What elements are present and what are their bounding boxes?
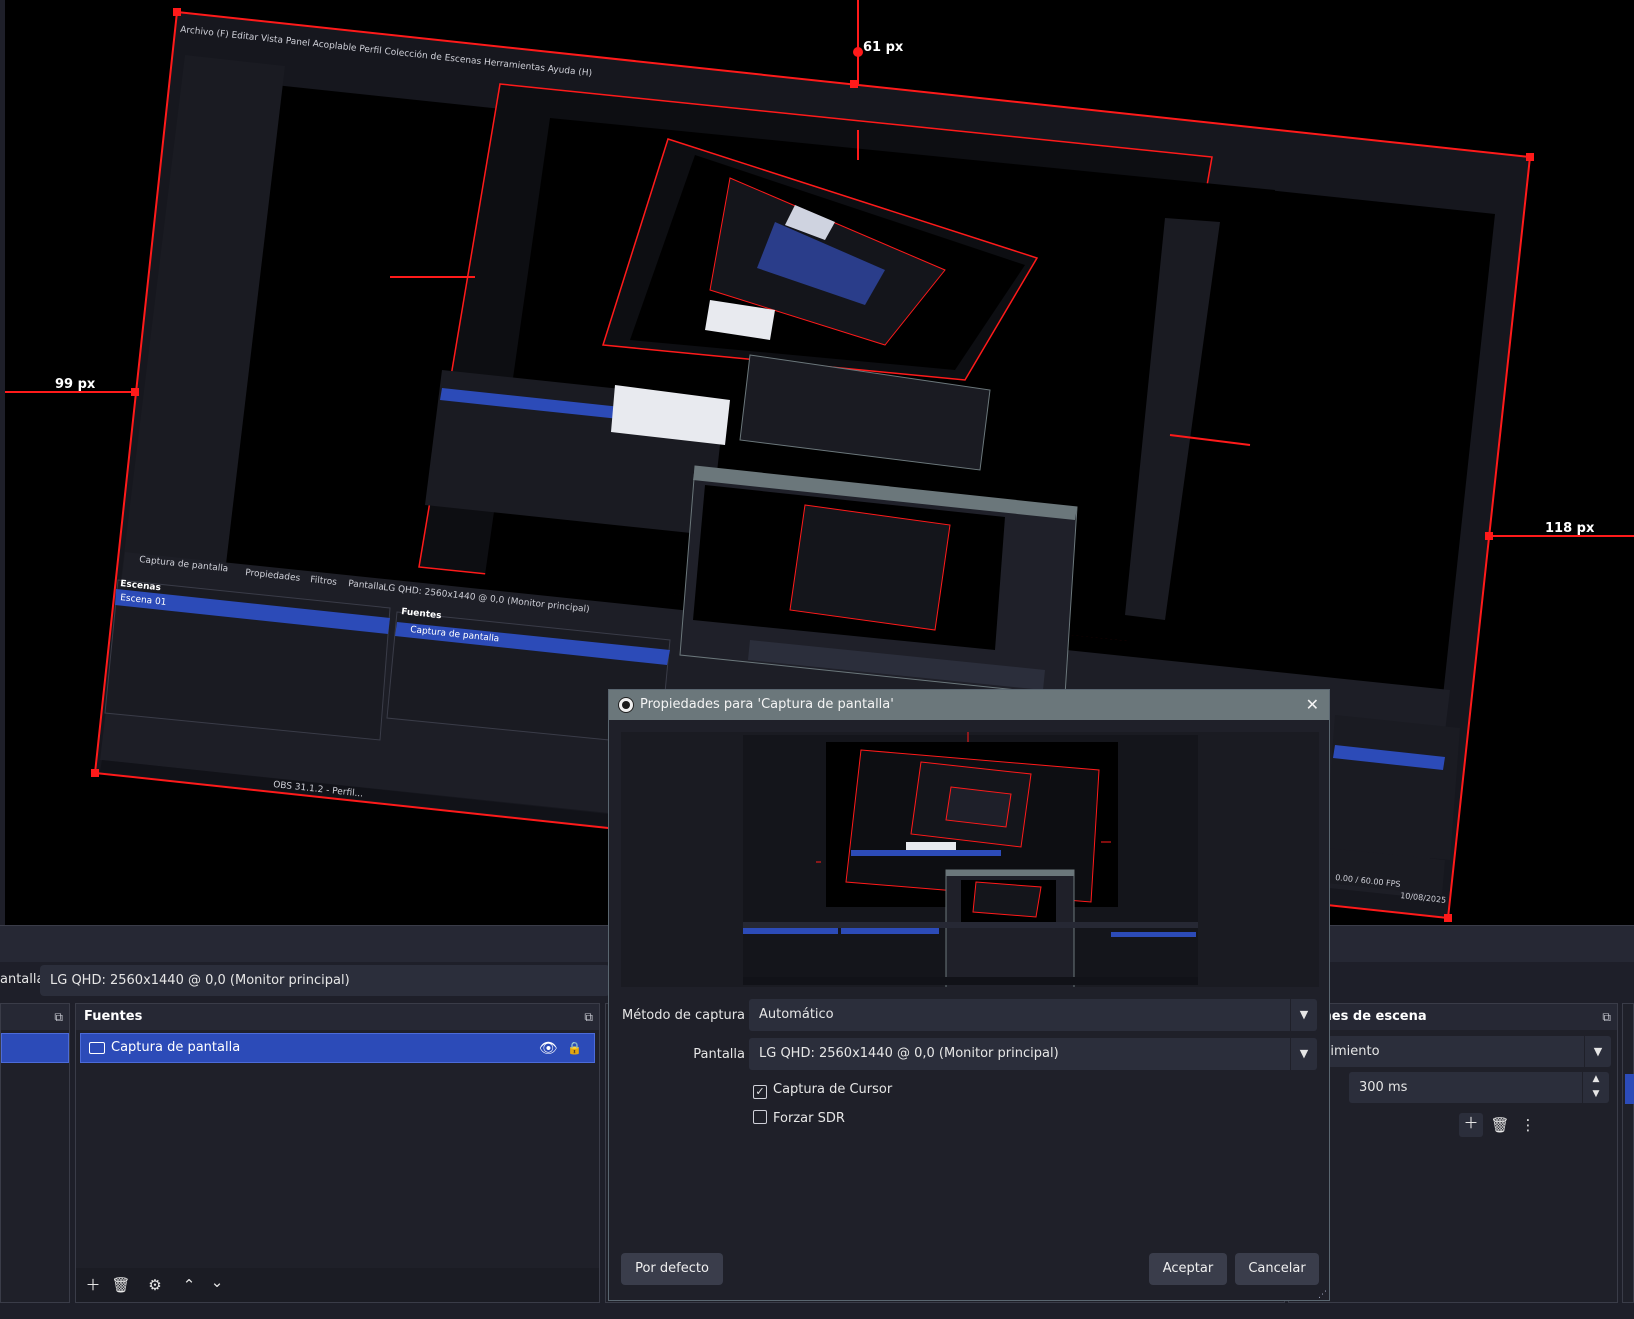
controls-panel [1622, 1003, 1634, 1303]
remove-source-button[interactable]: 🗑 [110, 1275, 132, 1295]
lock-icon[interactable]: 🔒 [567, 1034, 582, 1062]
source-properties-button[interactable]: ⚙ [144, 1275, 166, 1295]
duration-spinbox[interactable]: 300 ms ▲ ▼ [1349, 1072, 1609, 1103]
dialog-titlebar: Propiedades para 'Captura de pantalla' ✕ [609, 690, 1329, 720]
measure-left-label: 99 px [55, 377, 96, 392]
sources-panel-header: Fuentes ⧉ [76, 1004, 599, 1030]
spin-arrows-icon[interactable]: ▲ ▼ [1582, 1072, 1609, 1103]
measure-top-label: 61 px [863, 40, 904, 55]
screen-field-label: Pantalla [693, 1047, 745, 1062]
sources-toolbar: ＋ 🗑 ⚙ ⌃ ⌄ [76, 1268, 599, 1302]
checkbox-checked-icon: ✓ [753, 1085, 767, 1099]
scene-item-selected[interactable] [1, 1033, 69, 1063]
remove-transition-button[interactable]: 🗑 [1489, 1115, 1511, 1135]
screen-label: antalla [0, 972, 45, 987]
source-item-selected[interactable]: Captura de pantalla 👁 🔒 [80, 1033, 595, 1063]
properties-dialog: Propiedades para 'Captura de pantalla' ✕ [608, 689, 1330, 1301]
accept-button[interactable]: Aceptar [1149, 1253, 1227, 1285]
move-down-button[interactable]: ⌄ [206, 1272, 228, 1292]
force-sdr-label: Forzar SDR [773, 1111, 845, 1126]
dialog-preview [621, 732, 1319, 987]
monitor-icon [89, 1042, 105, 1054]
dialog-title: Propiedades para 'Captura de pantalla' [640, 697, 894, 712]
capture-method-label: Método de captura [622, 1008, 745, 1023]
capture-cursor-checkbox[interactable]: ✓ Captura de Cursor [753, 1082, 892, 1099]
force-sdr-checkbox[interactable]: Forzar SDR [753, 1110, 845, 1126]
resize-grip-icon[interactable]: ⋰ [1318, 1290, 1327, 1300]
cancel-button[interactable]: Cancelar [1235, 1253, 1319, 1285]
sources-panel-title: Fuentes [84, 1009, 143, 1024]
more-options-icon[interactable]: ⋮ [1517, 1115, 1539, 1135]
scenes-panel: ⧉ [0, 1003, 70, 1303]
capture-method-value: Automático [759, 1007, 834, 1022]
screen-select[interactable]: LG QHD: 2560x1440 @ 0,0 (Monitor princip… [40, 965, 610, 996]
chevron-down-icon: ▼ [1290, 999, 1317, 1031]
duration-value: 300 ms [1359, 1080, 1408, 1095]
scenes-panel-header: ⧉ [1, 1004, 69, 1030]
transitions-panel: iciones de escena ⧉ anecimiento ▼ ón 300… [1288, 1003, 1618, 1303]
transitions-panel-header: iciones de escena ⧉ [1289, 1004, 1617, 1030]
close-icon[interactable]: ✕ [1306, 690, 1319, 720]
capture-method-select[interactable]: Automático ▼ [749, 999, 1317, 1031]
sources-panel: Fuentes ⧉ Captura de pantalla 👁 🔒 ＋ 🗑 ⚙ … [75, 1003, 600, 1303]
screen-value: LG QHD: 2560x1440 @ 0,0 (Monitor princip… [759, 1046, 1059, 1061]
chevron-down-icon: ▼ [1584, 1036, 1611, 1067]
checkbox-unchecked-icon [753, 1110, 767, 1124]
undock-icon[interactable]: ⧉ [584, 1004, 593, 1030]
source-item-label: Captura de pantalla [111, 1040, 241, 1055]
undock-icon[interactable]: ⧉ [1602, 1004, 1611, 1030]
add-source-button[interactable]: ＋ [82, 1275, 104, 1295]
undock-icon[interactable]: ⧉ [54, 1004, 63, 1030]
move-up-button[interactable]: ⌃ [178, 1275, 200, 1295]
obs-logo-icon [618, 697, 634, 713]
transition-select[interactable]: anecimiento ▼ [1289, 1036, 1611, 1067]
add-transition-button[interactable]: ＋ [1459, 1113, 1483, 1137]
defaults-button[interactable]: Por defecto [621, 1253, 723, 1285]
measure-right-label: 118 px [1545, 521, 1595, 536]
chevron-down-icon: ▼ [1290, 1038, 1317, 1070]
screen-select-dialog[interactable]: LG QHD: 2560x1440 @ 0,0 (Monitor princip… [749, 1038, 1317, 1070]
eye-icon[interactable]: 👁 [539, 1034, 558, 1062]
capture-cursor-label: Captura de Cursor [773, 1082, 893, 1097]
